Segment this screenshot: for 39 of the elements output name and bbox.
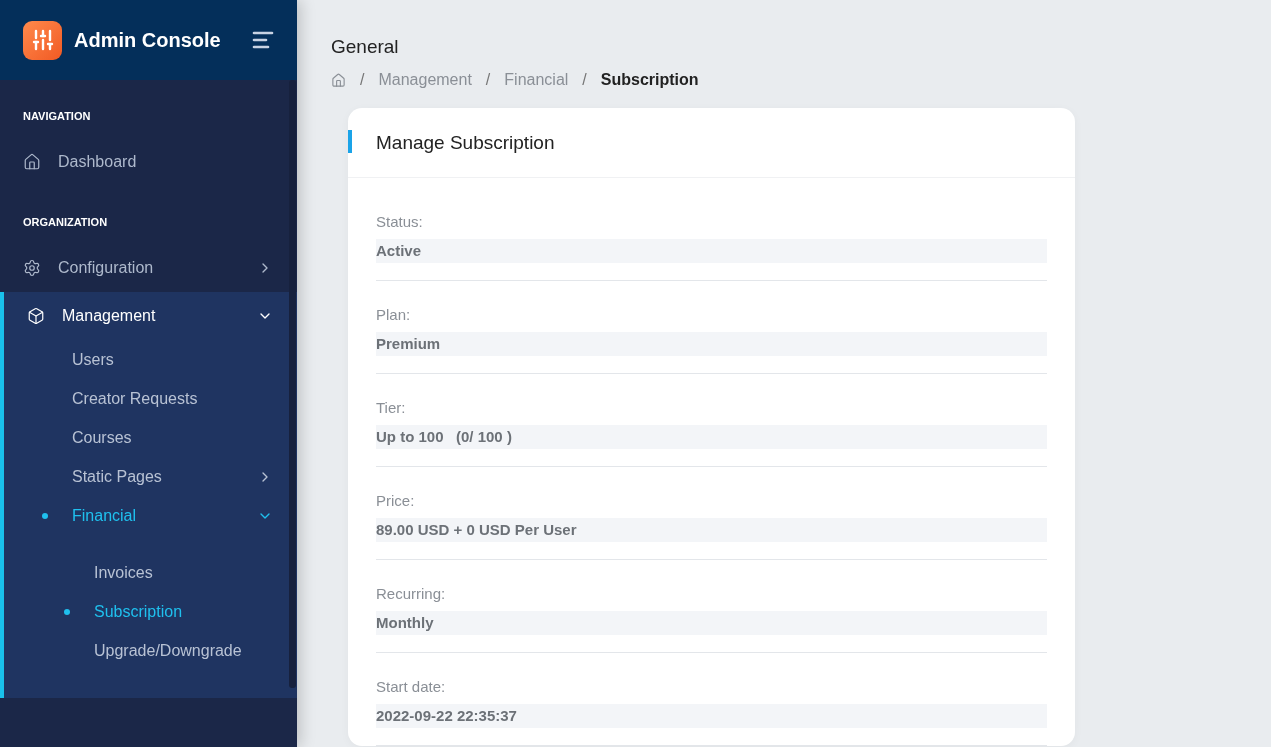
field-label: Recurring: (376, 585, 447, 602)
sidebar-item[interactable]: Dashboard (0, 138, 297, 186)
sidebar-item[interactable]: Static Pages (4, 457, 297, 496)
breadcrumb-link[interactable]: Subscription (600, 71, 699, 89)
breadcrumb-separator: / (582, 71, 587, 89)
home-icon (23, 153, 41, 171)
sidebar-item[interactable]: Subscription (4, 592, 297, 631)
field-value: Active (376, 239, 1047, 263)
section-heading: NAVIGATION (22, 109, 92, 124)
sidebar-item[interactable]: Invoices (4, 553, 297, 592)
sidebar-item[interactable]: Users (4, 340, 297, 379)
field-value: Up to 100 (0/ 100 ) (376, 425, 1047, 449)
box-icon (27, 307, 45, 325)
field-value: Monthly (376, 611, 1047, 635)
field-value: 2022-09-22 22:35:37 (376, 704, 1047, 728)
field-label: Tier: (376, 399, 407, 416)
breadcrumb-separator: / (360, 71, 365, 89)
sidebar-item[interactable]: Financial (4, 496, 297, 535)
brand-title: Admin Console (74, 28, 222, 52)
breadcrumb-separator: / (485, 71, 491, 89)
field-label: Plan: (376, 306, 412, 323)
section-heading: ORGANIZATION (22, 215, 109, 230)
field-value: 89.00 USD + 0 USD Per User (376, 518, 1047, 542)
sliders-logo-icon (23, 20, 62, 60)
gear-icon (23, 259, 41, 277)
field-label: Status: (376, 213, 424, 230)
sidebar-item[interactable]: Upgrade/Downgrade (4, 631, 297, 670)
field-label: Start date: (376, 678, 447, 695)
field-label: Price: (376, 492, 416, 509)
scrollbar[interactable] (289, 80, 296, 688)
home-icon[interactable] (331, 72, 346, 88)
field-value: Premium (376, 332, 1047, 356)
sidebar-item[interactable]: Configuration (0, 244, 297, 292)
title-accent-bar (348, 130, 352, 153)
card-title: Manage Subscription (376, 131, 555, 154)
sidebar-item[interactable]: Courses (4, 418, 297, 457)
sidebar-item[interactable]: Creator Requests (4, 379, 297, 418)
page-title: General (331, 36, 400, 58)
sidebar-item[interactable]: Management (4, 292, 297, 340)
